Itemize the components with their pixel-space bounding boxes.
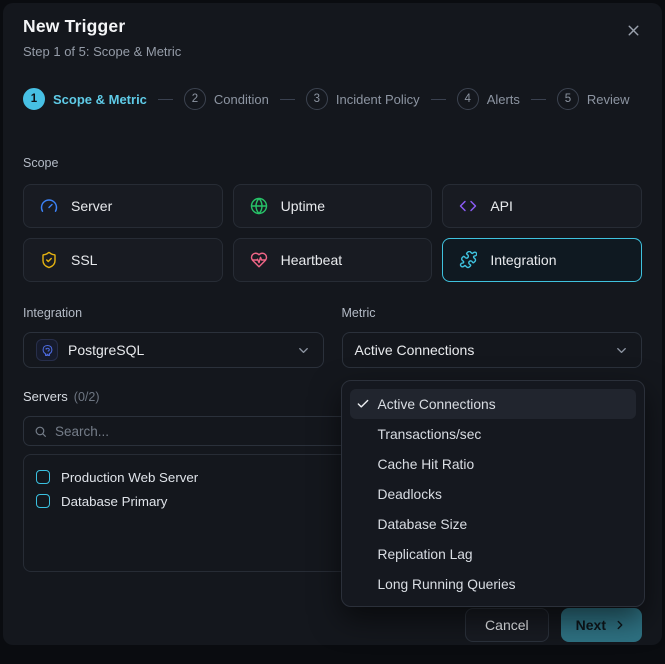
step-label: Incident Policy <box>335 91 420 107</box>
metric-option-label: Database Size <box>377 516 468 532</box>
integration-select[interactable]: PostgreSQL <box>23 332 324 368</box>
new-trigger-modal: New Trigger Step 1 of 5: Scope & Metric … <box>3 3 662 645</box>
scope-label: Scope <box>23 156 59 170</box>
modal-header: New Trigger Step 1 of 5: Scope & Metric <box>23 15 642 60</box>
gauge-icon <box>40 197 58 215</box>
metric-option-label: Transactions/sec <box>377 426 482 442</box>
integration-value: PostgreSQL <box>68 342 145 358</box>
step-number: 3 <box>305 88 328 110</box>
step-label: Alerts <box>486 91 520 107</box>
step-label: Condition <box>213 91 269 107</box>
scope-card-uptime[interactable]: Uptime <box>232 184 433 228</box>
puzzle-icon <box>459 251 478 269</box>
cancel-button[interactable]: Cancel <box>465 608 549 642</box>
scope-card-label: Server <box>71 198 113 214</box>
step-subtitle: Step 1 of 5: Scope & Metric <box>23 44 182 59</box>
close-icon[interactable] <box>623 20 644 41</box>
scope-card-label: Integration <box>490 252 557 268</box>
scope-card-ssl[interactable]: SSL <box>23 238 223 282</box>
metric-select[interactable]: Active Connections <box>341 332 642 368</box>
integration-column: Integration PostgreSQL <box>23 306 324 368</box>
step-label: Review <box>586 91 630 107</box>
postgresql-logo-icon <box>36 339 58 361</box>
metric-option[interactable]: Cache Hit Ratio <box>350 449 637 479</box>
stepper-step-2[interactable]: 2 Condition <box>183 88 269 110</box>
integration-label: Integration <box>23 306 83 320</box>
step-number: 4 <box>456 88 479 110</box>
chevron-right-icon <box>613 618 627 632</box>
scope-card-server[interactable]: Server <box>23 184 223 228</box>
server-checkbox[interactable] <box>36 494 50 508</box>
next-button[interactable]: Next <box>560 608 642 642</box>
check-icon <box>356 397 370 411</box>
server-name: Production Web Server <box>61 469 199 485</box>
metric-option[interactable]: Transactions/sec <box>350 419 637 449</box>
metric-option-label: Deadlocks <box>377 486 442 502</box>
shield-check-icon <box>40 251 58 269</box>
metric-value: Active Connections <box>354 342 475 358</box>
step-connector <box>530 98 546 100</box>
metric-dropdown-menu: Active Connections Transactions/sec Cache … <box>340 380 645 607</box>
metric-option-label: Long Running Queries <box>377 576 516 592</box>
step-connector <box>279 98 295 100</box>
search-icon <box>34 425 47 438</box>
scope-card-heartbeat[interactable]: Heartbeat <box>232 238 433 282</box>
scope-card-integration[interactable]: Integration <box>442 238 642 282</box>
step-number: 5 <box>556 88 579 110</box>
code-brackets-icon <box>459 197 477 215</box>
step-number: 1 <box>23 88 45 110</box>
server-name: Database Primary <box>61 493 168 509</box>
next-button-label: Next <box>575 617 606 633</box>
scope-card-label: Heartbeat <box>280 252 343 268</box>
stepper-step-3[interactable]: 3 Incident Policy <box>305 88 420 110</box>
chevron-down-icon <box>614 343 629 358</box>
metric-option-label: Cache Hit Ratio <box>377 456 475 472</box>
metric-option[interactable]: Deadlocks <box>350 479 637 509</box>
globe-icon <box>250 197 268 215</box>
scope-section: Scope Server Uptime API SSL Heartbeat Integra… <box>23 156 642 282</box>
step-number: 2 <box>183 88 206 110</box>
heart-pulse-icon <box>250 251 268 269</box>
step-connector <box>430 98 446 100</box>
step-label: Scope & Metric <box>53 91 147 107</box>
stepper-step-1[interactable]: 1 Scope & Metric <box>23 88 147 110</box>
chevron-down-icon <box>296 343 311 358</box>
scope-options-grid: Server Uptime API SSL Heartbeat Integration <box>23 184 642 282</box>
metric-option[interactable]: Database Size <box>350 509 637 539</box>
metric-option[interactable]: Replication Lag <box>350 539 637 569</box>
metric-option[interactable]: Active Connections <box>349 389 636 419</box>
metric-option-label: Active Connections <box>377 396 496 412</box>
page-title: New Trigger <box>23 16 126 36</box>
metric-option-label: Replication Lag <box>377 546 473 562</box>
metric-label: Metric <box>341 306 376 320</box>
stepper: 1 Scope & Metric 2 Condition 3 Incident Polic… <box>23 88 642 110</box>
server-checkbox[interactable] <box>36 470 50 484</box>
scope-card-label: SSL <box>71 252 98 268</box>
metric-column: Metric Active Connections Active Connect… <box>340 306 645 607</box>
scope-card-api[interactable]: API <box>442 184 642 228</box>
servers-count-badge: (0/2) <box>73 390 100 404</box>
stepper-step-4[interactable]: 4 Alerts <box>456 88 520 110</box>
scope-card-label: Uptime <box>280 198 326 214</box>
metric-option[interactable]: Long Running Queries <box>350 569 637 599</box>
stepper-step-5[interactable]: 5 Review <box>556 88 630 110</box>
modal-footer: Cancel Next <box>23 608 642 642</box>
servers-label: Servers <box>23 389 68 404</box>
step-connector <box>157 98 173 100</box>
scope-card-label: API <box>490 198 513 214</box>
